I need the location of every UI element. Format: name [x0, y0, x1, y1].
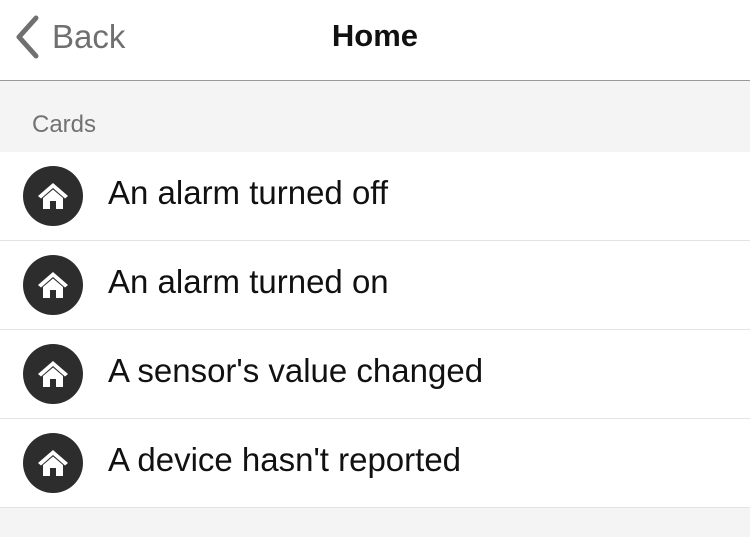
- list-item[interactable]: A device hasn't reported: [0, 419, 750, 508]
- list-item-label: An alarm turned off: [108, 174, 389, 211]
- section-header: Cards: [32, 111, 97, 138]
- list-item-label: A device hasn't reported: [108, 441, 462, 478]
- list-item[interactable]: A sensor's value changed: [0, 330, 750, 419]
- list-item-label: A sensor's value changed: [108, 352, 484, 389]
- list-item-label: An alarm turned on: [108, 263, 389, 300]
- home-icon: [23, 433, 83, 493]
- home-icon: [23, 344, 83, 404]
- list-item[interactable]: An alarm turned on: [0, 241, 750, 330]
- cards-list: An alarm turned off An alarm turned on A…: [0, 152, 750, 508]
- list-item[interactable]: An alarm turned off: [0, 152, 750, 241]
- navigation-bar: Back Home: [0, 0, 750, 81]
- home-icon: [23, 255, 83, 315]
- home-icon: [23, 166, 83, 226]
- page-title: Home: [331, 18, 419, 53]
